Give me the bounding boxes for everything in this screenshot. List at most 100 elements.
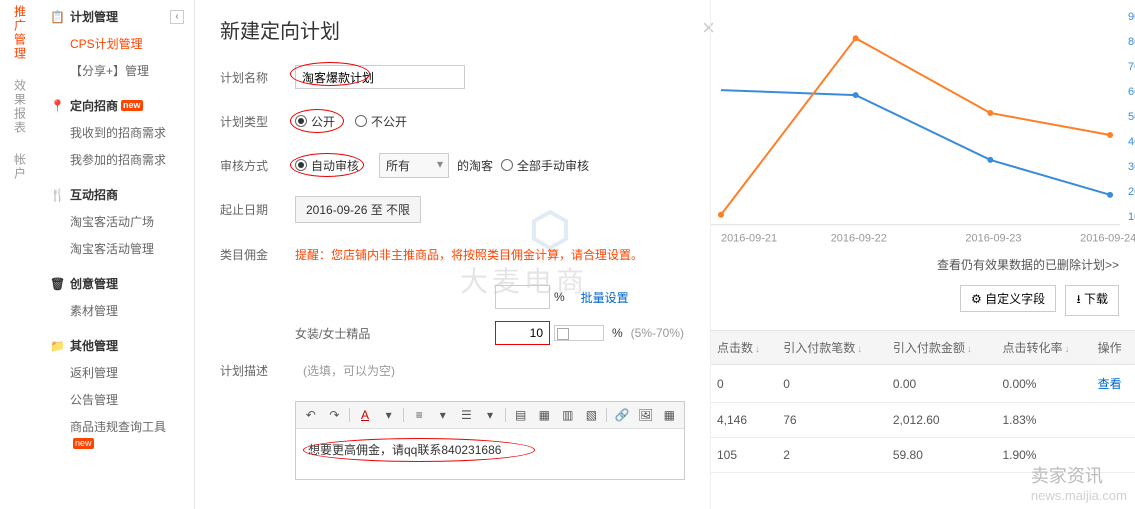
label-plan-type: 计划类型 [220,113,295,130]
chevron-down-icon[interactable]: ▾ [380,406,398,424]
pct-hint: (5%-70%) [631,326,684,340]
audit-suffix: 的淘客 [457,157,493,174]
badge-new: new [121,100,143,111]
download-icon: ⭳ [1076,292,1080,306]
vnav-report[interactable]: 效果报表 [12,79,29,135]
new-plan-modal: × 新建定向计划 计划名称 计划类型 公开 不公开 审核方式 自动审 [200,0,710,495]
radio-public[interactable]: 公开 [295,113,335,130]
audit-select[interactable]: 所有 [379,153,449,178]
group-interactive[interactable]: 🍴 互动招商 [40,181,194,208]
group-plan[interactable]: 📋 计划管理 ‹ [40,3,194,30]
sidebar-item-material[interactable]: 素材管理 [40,297,194,324]
deleted-plans-link[interactable]: 查看仍有效果数据的已删除计划>> [937,258,1119,272]
right-panel: 900 800 700 600 500 400 300 200 100 2016… [710,0,1135,509]
link-icon[interactable]: 🔗 [613,406,631,424]
date-range-button[interactable]: 2016-09-26 至 不限 [295,196,421,223]
group-label: 创意管理 [70,275,118,292]
table-row: 4,146 76 2,012.60 1.83% [711,403,1135,438]
radio-private[interactable]: 不公开 [355,113,407,130]
slider[interactable] [554,325,604,341]
group-targeted[interactable]: 📍 定向招商 new [40,92,194,119]
chevron-down-icon[interactable]: ▾ [481,406,499,424]
line-chart: 900 800 700 600 500 400 300 200 100 2016… [711,0,1135,250]
stats-table: 点击数↓ 引入付款笔数↓ 引入付款金额↓ 点击转化率↓ 操作 0 0 0.00 … [711,330,1135,473]
radio-auto-audit[interactable]: 自动审核 [295,157,359,174]
svg-text:2016-09-22: 2016-09-22 [831,233,887,245]
editor-toolbar: ↶ ↷ A ▾ ≡ ▾ ☰ ▾ ▤ ▦ ▥ ▧ 🔗 🖼 ▦ [296,402,684,429]
col-op: 操作 [1092,331,1135,365]
svg-text:2016-09-23: 2016-09-23 [965,233,1021,245]
download-button[interactable]: ⭳ 下载 [1065,285,1119,316]
undo-icon[interactable]: ↶ [302,406,320,424]
col-clicks[interactable]: 点击数↓ [711,331,777,365]
svg-text:2016-09-24: 2016-09-24 [1080,233,1135,245]
align-justify-icon[interactable]: ▧ [583,406,601,424]
plan-name-input[interactable] [295,65,465,89]
sidebar-item-cps[interactable]: CPS计划管理 [40,30,194,57]
utensils-icon: 🍴 [50,188,64,202]
radio-icon [501,159,513,171]
align-center-icon[interactable]: ▦ [535,406,553,424]
image-icon[interactable]: 🖼 [637,406,655,424]
align-left-icon[interactable]: ▤ [512,406,530,424]
collapse-icon[interactable]: ‹ [170,10,184,24]
svg-text:300: 300 [1128,161,1135,173]
pct-unit: % [612,326,623,340]
col-amount[interactable]: 引入付款金额↓ [887,331,997,365]
sidebar-item-rebate[interactable]: 返利管理 [40,359,194,386]
redo-icon[interactable]: ↷ [326,406,344,424]
group-label: 计划管理 [70,8,118,25]
table-row: 0 0 0.00 0.00% 查看 [711,365,1135,403]
col-orders[interactable]: 引入付款笔数↓ [777,331,887,365]
custom-fields-button[interactable]: ⚙ 自定义字段 [960,285,1056,312]
table-icon[interactable]: ▦ [660,406,678,424]
batch-set-link[interactable]: 批量设置 [581,289,629,306]
group-label: 互动招商 [70,186,118,203]
view-link[interactable]: 查看 [1098,377,1122,391]
label-date: 起止日期 [220,201,295,218]
sidebar-item-notice[interactable]: 公告管理 [40,386,194,413]
radio-manual-audit[interactable]: 全部手动审核 [501,157,589,174]
group-other[interactable]: 📁 其他管理 [40,332,194,359]
font-color-icon[interactable]: A [356,406,374,424]
svg-text:100: 100 [1128,211,1135,223]
desc-hint: (选填，可以为空) [303,362,395,379]
sidebar-item-violation[interactable]: 商品违规查询工具 new [40,413,194,454]
col-cvr[interactable]: 点击转化率↓ [996,331,1091,365]
sidebar-item-share[interactable]: 【分享+】管理 [40,57,194,84]
align-right-icon[interactable]: ▥ [559,406,577,424]
category-warning: 提醒：您店铺内非主推商品，将按照类目佣金计算，请合理设置。 [295,246,643,263]
rich-editor: ↶ ↷ A ▾ ≡ ▾ ☰ ▾ ▤ ▦ ▥ ▧ 🔗 🖼 ▦ [295,401,685,480]
list-ol-icon[interactable]: ☰ [458,406,476,424]
svg-text:600: 600 [1128,86,1135,98]
folder-icon: 📁 [50,339,64,353]
vertical-nav: 推广管理 效果报表 帐户 [0,0,40,199]
chevron-down-icon[interactable]: ▾ [434,406,452,424]
sidebar-item-received[interactable]: 我收到的招商需求 [40,119,194,146]
badge-new: new [73,438,94,449]
group-creative[interactable]: 🗑 创意管理 [40,270,194,297]
womens-pct-input[interactable] [495,321,550,345]
trash-icon: 🗑 [50,277,64,291]
list-ul-icon[interactable]: ≡ [410,406,428,424]
label-plan-name: 计划名称 [220,69,295,86]
radio-icon [295,159,307,171]
label-womens: 女装/女士精品 [295,325,495,342]
footer-watermark: 卖家资讯 news.maijia.com [1031,462,1127,503]
svg-text:2016-09-21: 2016-09-21 [721,233,777,245]
modal-title: 新建定向计划 [220,15,690,44]
vnav-account[interactable]: 帐户 [12,153,29,181]
sidebar-item-activity[interactable]: 淘宝客活动管理 [40,235,194,262]
pct-unit: % [554,290,565,304]
sidebar-item-joined[interactable]: 我参加的招商需求 [40,146,194,173]
editor-body[interactable]: 想要更高佣金，请qq联系840231686 [296,429,684,479]
radio-icon [295,115,307,127]
vnav-promo[interactable]: 推广管理 [12,5,29,61]
default-pct-input[interactable] [495,285,550,309]
label-audit: 审核方式 [220,157,295,174]
label-desc: 计划描述 [220,362,295,379]
sidebar: 📋 计划管理 ‹ CPS计划管理 【分享+】管理 📍 定向招商 new 我收到的… [40,0,195,509]
sidebar-item-square[interactable]: 淘宝客活动广场 [40,208,194,235]
group-label: 其他管理 [70,337,118,354]
clipboard-icon: 📋 [50,10,64,24]
